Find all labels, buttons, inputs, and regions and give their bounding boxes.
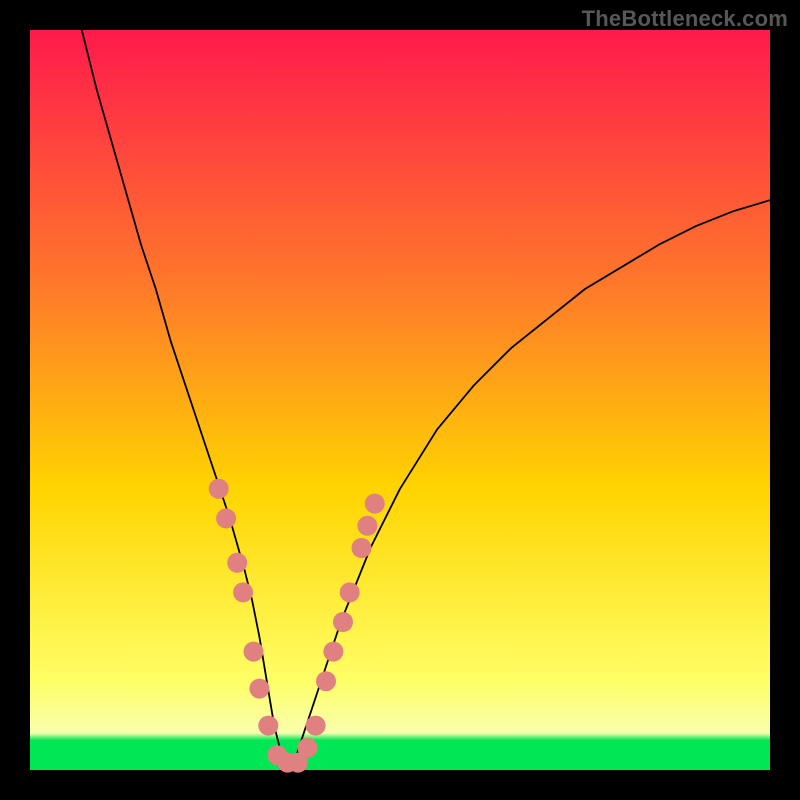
marker-dot: [249, 679, 269, 699]
marker-dot: [365, 494, 385, 514]
marker-dot: [209, 479, 229, 499]
series-bottleneck-curve: [82, 30, 770, 770]
attribution-text: TheBottleneck.com: [582, 6, 788, 32]
marker-dot: [357, 516, 377, 536]
marker-dot: [340, 582, 360, 602]
plot-area: [30, 30, 770, 770]
chart-root: TheBottleneck.com: [0, 0, 800, 800]
marker-dot: [316, 671, 336, 691]
marker-dot: [306, 716, 326, 736]
marker-dot: [352, 538, 372, 558]
curve-layer: [30, 30, 770, 770]
marker-dot: [333, 612, 353, 632]
marker-dot: [233, 582, 253, 602]
marker-dot: [227, 553, 247, 573]
marker-dot: [258, 716, 278, 736]
marker-dot: [244, 642, 264, 662]
marker-dot: [216, 508, 236, 528]
marker-dot: [298, 738, 318, 758]
marker-dot: [323, 642, 343, 662]
